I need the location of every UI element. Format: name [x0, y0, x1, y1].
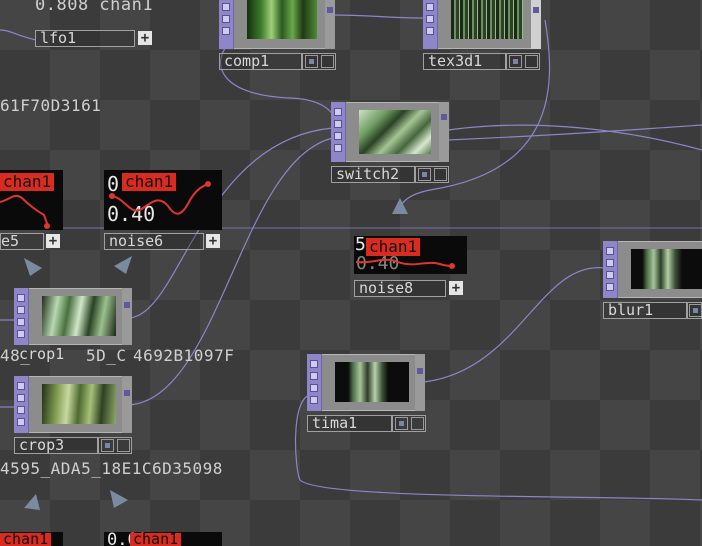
- connector-icon: [392, 198, 408, 214]
- connector-icon: [114, 256, 132, 274]
- network-editor[interactable]: 0.808 chan1 61F70D3161 48_ 5D_C 4692B109…: [0, 0, 702, 546]
- arrows-layer: [24, 198, 408, 510]
- connector-icon: [24, 258, 42, 276]
- connector-icon: [110, 490, 128, 508]
- connector-icon: [24, 494, 40, 510]
